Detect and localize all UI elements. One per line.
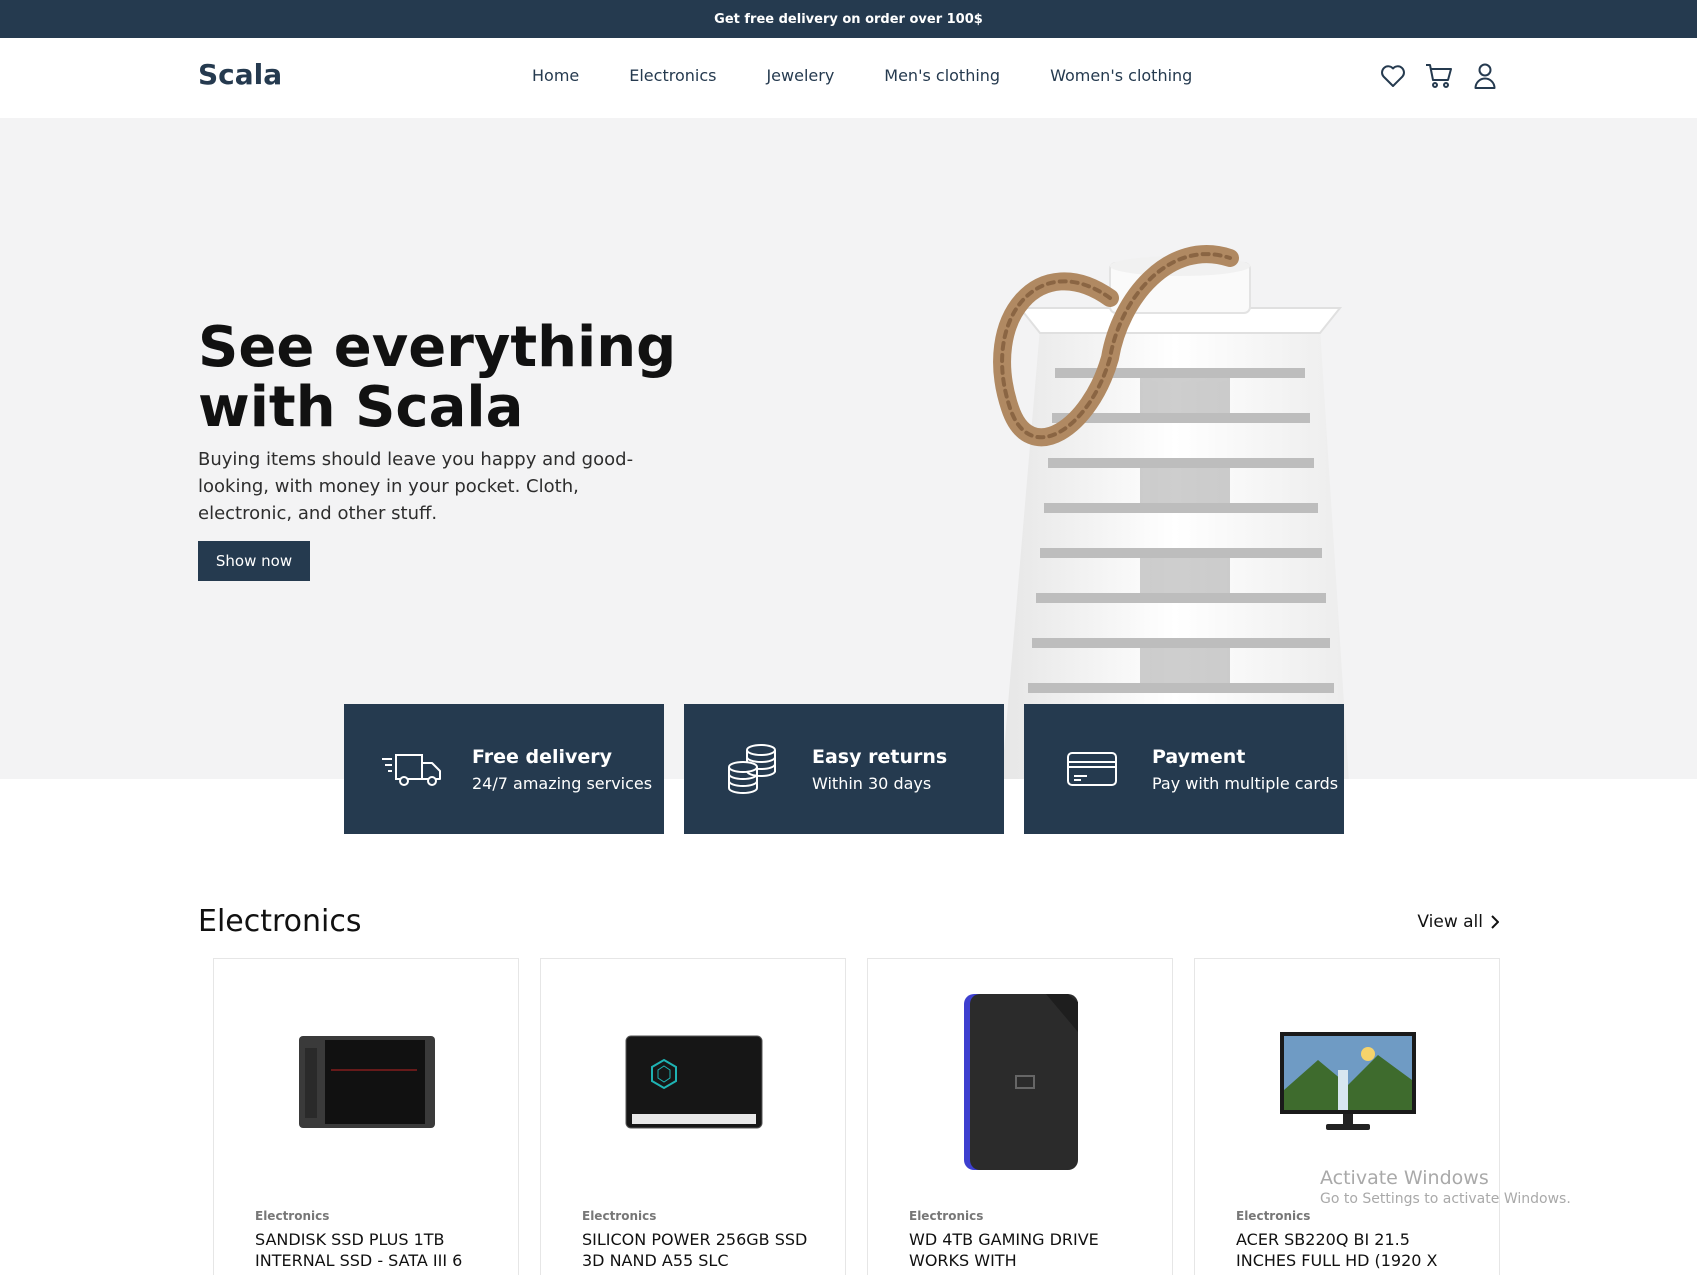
feature-title: Payment xyxy=(1152,745,1246,768)
product-category: Electronics xyxy=(909,1209,984,1223)
product-category: Electronics xyxy=(255,1209,330,1223)
product-card[interactable]: Electronics ACER SB220Q BI 21.5 INCHES F… xyxy=(1194,958,1500,1275)
feature-title: Free delivery xyxy=(472,745,613,768)
delivery-truck-icon xyxy=(380,743,444,795)
feature-subtitle: 24/7 amazing services xyxy=(472,773,653,793)
product-category: Electronics xyxy=(1236,1209,1311,1223)
product-card[interactable]: Electronics SANDISK SSD PLUS 1TB INTERNA… xyxy=(213,958,519,1275)
feature-card-returns: Easy returns Within 30 days xyxy=(684,704,1004,834)
product-list: Electronics SANDISK SSD PLUS 1TB INTERNA… xyxy=(213,958,1500,1275)
promo-text: Get free delivery on order over 100$ xyxy=(714,11,983,27)
main-nav: Home Electronics Jewelery Men's clothing… xyxy=(532,66,1192,85)
chevron-right-icon xyxy=(1491,915,1499,929)
header-icons xyxy=(1379,62,1499,90)
activate-windows-watermark: Activate Windows Go to Settings to activ… xyxy=(1320,1167,1571,1207)
product-name: SANDISK SSD PLUS 1TB INTERNAL SSD - SATA… xyxy=(255,1230,463,1270)
nav-home[interactable]: Home xyxy=(532,66,579,85)
product-image xyxy=(1195,989,1501,1174)
heart-icon[interactable] xyxy=(1379,62,1407,90)
feature-text-payment: Payment Pay with multiple cards xyxy=(1152,746,1338,793)
product-card[interactable]: Electronics WD 4TB GAMING DRIVE WORKS WI… xyxy=(867,958,1173,1275)
view-all-link[interactable]: View all xyxy=(1417,912,1499,932)
view-all-label: View all xyxy=(1417,912,1483,932)
watermark-subtitle: Go to Settings to activate Windows. xyxy=(1320,1191,1571,1207)
nav-mens-clothing[interactable]: Men's clothing xyxy=(884,66,1000,85)
feature-text-returns: Easy returns Within 30 days xyxy=(812,746,947,793)
hero-description: Buying items should leave you happy and … xyxy=(198,449,634,524)
feature-text-delivery: Free delivery 24/7 amazing services xyxy=(472,746,652,793)
feature-card-payment: Payment Pay with multiple cards xyxy=(1024,704,1344,834)
product-name: ACER SB220Q BI 21.5 INCHES FULL HD (1920… xyxy=(1236,1230,1438,1270)
site-header: Scala Home Electronics Jewelery Men's cl… xyxy=(0,38,1697,118)
lantern-image xyxy=(960,245,1349,779)
coins-icon xyxy=(720,743,784,795)
watermark-title: Activate Windows xyxy=(1320,1167,1489,1189)
user-icon[interactable] xyxy=(1471,62,1499,90)
feature-card-delivery: Free delivery 24/7 amazing services xyxy=(344,704,664,834)
hero-title: See everything with Scala xyxy=(198,315,677,440)
feature-subtitle: Pay with multiple cards xyxy=(1152,773,1339,793)
feature-title: Easy returns xyxy=(812,745,948,768)
product-image xyxy=(541,989,847,1174)
cart-icon[interactable] xyxy=(1425,62,1453,90)
product-card[interactable]: Electronics SILICON POWER 256GB SSD 3D N… xyxy=(540,958,846,1275)
feature-subtitle: Within 30 days xyxy=(812,773,932,793)
section-title-electronics: Electronics xyxy=(198,904,362,939)
nav-womens-clothing[interactable]: Women's clothing xyxy=(1050,66,1192,85)
product-image xyxy=(214,989,520,1174)
product-name: SILICON POWER 256GB SSD 3D NAND A55 SLC xyxy=(582,1230,808,1270)
nav-electronics[interactable]: Electronics xyxy=(629,66,716,85)
product-category: Electronics xyxy=(582,1209,657,1223)
hero-banner: See everything with Scala Buying items s… xyxy=(0,118,1697,779)
nav-jewelery[interactable]: Jewelery xyxy=(766,66,834,85)
credit-card-icon xyxy=(1060,743,1124,795)
feature-cards: Free delivery 24/7 amazing services Easy… xyxy=(344,704,1344,834)
product-image xyxy=(868,989,1174,1174)
show-now-button[interactable]: Show now xyxy=(198,541,310,581)
logo[interactable]: Scala xyxy=(198,58,282,91)
promo-bar: Get free delivery on order over 100$ xyxy=(0,0,1697,38)
product-name: WD 4TB GAMING DRIVE WORKS WITH xyxy=(909,1230,1099,1270)
